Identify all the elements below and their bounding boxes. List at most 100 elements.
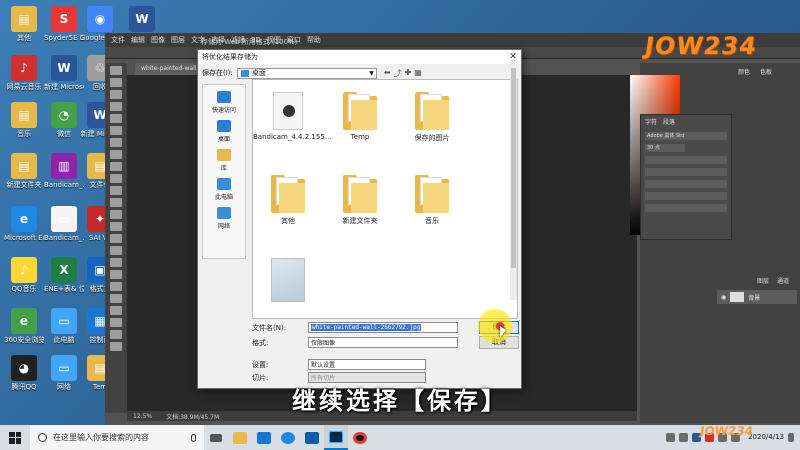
- file-item[interactable]: Bandicam_4.4.2.155...: [253, 92, 331, 141]
- ps-tool-icon[interactable]: [110, 150, 122, 159]
- chevron-up-icon[interactable]: [679, 433, 689, 442]
- file-item[interactable]: 新建文件夹: [325, 175, 395, 226]
- taskbar-search[interactable]: 在这里输入你要搜索的内容: [30, 425, 204, 450]
- desktop-icon[interactable]: ▭ 此电脑: [44, 308, 84, 345]
- desktop-icon[interactable]: ▤ 其他: [4, 6, 44, 43]
- file-item[interactable]: 保存的图片: [397, 92, 467, 143]
- settings-select[interactable]: 默认设置: [308, 359, 426, 370]
- filename-row: 文件名(N): white-painted-wall-2662792.jpg: [252, 322, 458, 333]
- desktop-icon[interactable]: W 新建 Microsoft: [44, 55, 84, 92]
- ps-tool-icon[interactable]: [110, 198, 122, 207]
- tab-channels[interactable]: 通道: [777, 276, 789, 285]
- format-select[interactable]: 仅限图像: [308, 337, 458, 348]
- ps-tool-icon[interactable]: [110, 78, 122, 87]
- scroll-thumb[interactable]: [511, 68, 516, 268]
- ps-tool-icon[interactable]: [110, 294, 122, 303]
- ps-tool-icon[interactable]: [110, 318, 122, 327]
- people-icon[interactable]: [666, 433, 676, 442]
- place-network[interactable]: 网络: [203, 207, 245, 230]
- view-menu-icon[interactable]: ▦: [414, 68, 422, 79]
- place-library[interactable]: 库: [203, 149, 245, 172]
- desktop-icon[interactable]: e 360安全浏览器: [4, 308, 44, 345]
- ps-tool-icon[interactable]: [110, 234, 122, 243]
- font-size-field[interactable]: 30 点: [645, 144, 685, 152]
- file-item[interactable]: 其他: [253, 175, 323, 226]
- tab-color[interactable]: 颜色: [738, 67, 750, 76]
- ps-tool-icon[interactable]: [110, 222, 122, 231]
- place-desktop[interactable]: 桌面: [203, 120, 245, 143]
- file-list-scrollbar[interactable]: [510, 60, 517, 300]
- file-explorer-icon[interactable]: [228, 425, 252, 450]
- ps-tool-icon[interactable]: [110, 102, 122, 111]
- photoshop-taskbar-icon[interactable]: [324, 425, 348, 450]
- desktop-icon[interactable]: S Spyder5E 5.2: [44, 6, 84, 43]
- place-quick-access[interactable]: 快速访问: [203, 91, 245, 114]
- ps-tool-icon[interactable]: [110, 282, 122, 291]
- desktop-icon[interactable]: ▤ 新建文件夹: [4, 153, 44, 190]
- ps-menu-item[interactable]: 帮助: [307, 35, 321, 45]
- desktop-icon: [240, 69, 249, 77]
- char-row[interactable]: [645, 180, 727, 188]
- tab-paragraph[interactable]: 段落: [663, 117, 675, 126]
- ps-tool-icon[interactable]: [110, 114, 122, 123]
- up-folder-icon[interactable]: ⤴: [394, 68, 402, 79]
- save-in-select[interactable]: 桌面 ▼: [236, 67, 377, 79]
- tab-character[interactable]: 字符: [645, 117, 657, 126]
- clock[interactable]: 2020/4/13: [748, 433, 784, 442]
- new-folder-icon[interactable]: ✚: [405, 68, 412, 79]
- watermark-logo: JOW234: [643, 32, 759, 60]
- store-icon[interactable]: [300, 425, 324, 450]
- ps-tool-icon[interactable]: [110, 66, 122, 75]
- place-this-pc[interactable]: 此电脑: [203, 178, 245, 201]
- ps-tool-icon[interactable]: [110, 246, 122, 255]
- tab-swatches[interactable]: 色板: [760, 67, 772, 76]
- char-row[interactable]: [645, 192, 727, 200]
- layer-item[interactable]: ◉ 背景: [717, 290, 797, 304]
- bandicam-icon[interactable]: [348, 425, 372, 450]
- ps-tool-icon[interactable]: [110, 306, 122, 315]
- ps-tool-icon[interactable]: [110, 270, 122, 279]
- ps-tool-icon[interactable]: [110, 342, 122, 351]
- ps-tool-icon[interactable]: [110, 186, 122, 195]
- edge-icon[interactable]: [276, 425, 300, 450]
- file-item[interactable]: [253, 258, 323, 305]
- tab-layers[interactable]: 图层: [757, 276, 769, 285]
- ps-menu-item[interactable]: 编辑: [131, 35, 145, 45]
- ps-tool-icon[interactable]: [110, 210, 122, 219]
- desktop-icon[interactable]: e Microsoft Edge: [4, 206, 44, 243]
- ps-tool-icon[interactable]: [110, 162, 122, 171]
- ps-tool-icon[interactable]: [110, 138, 122, 147]
- back-icon[interactable]: ⬅: [384, 68, 391, 79]
- eye-icon[interactable]: ◉: [721, 294, 726, 301]
- format-label: 格式:: [252, 338, 269, 347]
- ps-menu-item[interactable]: 文件: [111, 35, 125, 45]
- start-button[interactable]: [0, 425, 30, 450]
- char-row[interactable]: [645, 204, 727, 212]
- mail-icon[interactable]: [252, 425, 276, 450]
- file-item[interactable]: 音乐: [397, 175, 467, 226]
- ps-tool-icon[interactable]: [110, 258, 122, 267]
- desktop-icon[interactable]: ▤ 音乐: [4, 102, 44, 139]
- char-row[interactable]: [645, 156, 727, 164]
- char-row[interactable]: [645, 168, 727, 176]
- desktop-icon[interactable]: ▥ Bandicam_...: [44, 153, 84, 190]
- app-icon: ▭: [51, 206, 77, 232]
- ps-tool-icon[interactable]: [110, 330, 122, 339]
- ps-menu-item[interactable]: 图像: [151, 35, 165, 45]
- filename-input[interactable]: white-painted-wall-2662792.jpg: [308, 322, 458, 333]
- search-placeholder: 在这里输入你要搜索的内容: [53, 433, 149, 442]
- desktop-icon[interactable]: ▭ Bandicam_...: [44, 206, 84, 243]
- file-item[interactable]: Temp: [325, 92, 395, 141]
- desktop-icon[interactable]: ◔ 微信: [44, 102, 84, 139]
- microphone-icon[interactable]: [191, 433, 196, 442]
- ps-tool-icon[interactable]: [110, 174, 122, 183]
- ps-menu-item[interactable]: 图层: [171, 35, 185, 45]
- desktop-icon[interactable]: ♪ 网易云音乐: [4, 55, 44, 92]
- ps-tool-icon[interactable]: [110, 90, 122, 99]
- notifications-icon[interactable]: [788, 433, 794, 442]
- ps-tool-icon[interactable]: [110, 126, 122, 135]
- desktop-icon[interactable]: X ENE+表& 位.xls: [44, 257, 84, 294]
- taskview-icon[interactable]: [204, 425, 228, 450]
- desktop-icon[interactable]: ♪ QQ音乐: [4, 257, 44, 294]
- font-family-field[interactable]: Adobe 黑体 Std: [645, 132, 727, 140]
